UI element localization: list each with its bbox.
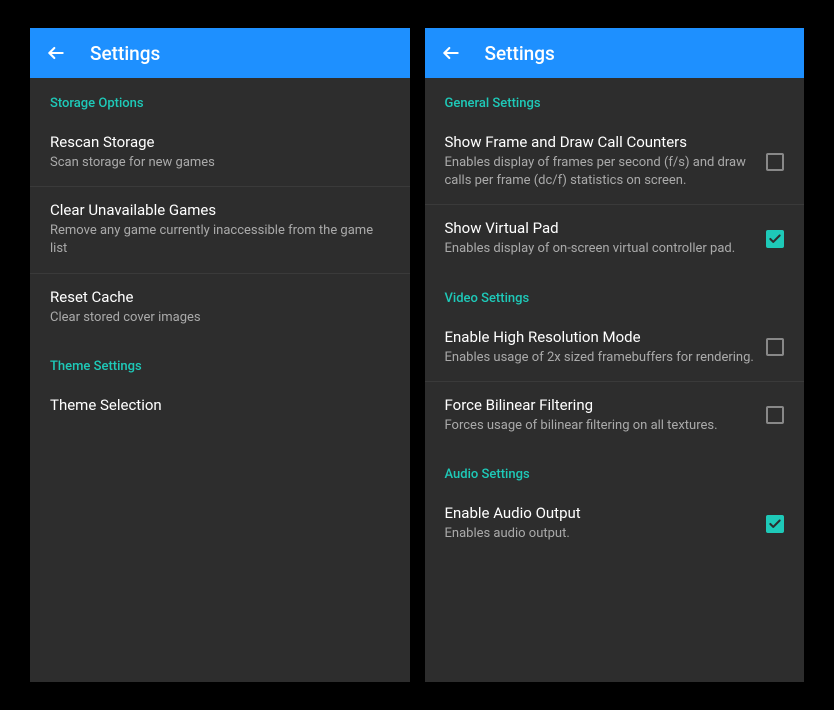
- setting-title: Reset Cache: [50, 288, 390, 306]
- checkbox[interactable]: [766, 406, 784, 424]
- setting-title: Force Bilinear Filtering: [445, 396, 755, 414]
- setting-title: Enable Audio Output: [445, 504, 755, 522]
- checkbox[interactable]: [766, 153, 784, 171]
- checkbox[interactable]: [766, 515, 784, 533]
- setting-frame-counters[interactable]: Show Frame and Draw Call Counters Enable…: [425, 119, 805, 205]
- app-bar: Settings: [425, 28, 805, 78]
- section-header-storage: Storage Options: [30, 78, 410, 119]
- checkbox[interactable]: [766, 338, 784, 356]
- setting-bilinear[interactable]: Force Bilinear Filtering Forces usage of…: [425, 382, 805, 449]
- setting-theme-selection[interactable]: Theme Selection: [30, 382, 410, 431]
- setting-high-res[interactable]: Enable High Resolution Mode Enables usag…: [425, 314, 805, 382]
- setting-title: Show Virtual Pad: [445, 219, 755, 237]
- section-header-audio: Audio Settings: [425, 449, 805, 490]
- setting-subtitle: Clear stored cover images: [50, 309, 390, 327]
- setting-subtitle: Remove any game currently inaccessible f…: [50, 222, 390, 258]
- setting-title: Rescan Storage: [50, 133, 390, 151]
- setting-subtitle: Scan storage for new games: [50, 154, 390, 172]
- setting-reset-cache[interactable]: Reset Cache Clear stored cover images: [30, 274, 410, 341]
- setting-subtitle: Enables display of on-screen virtual con…: [445, 240, 755, 258]
- setting-title: Show Frame and Draw Call Counters: [445, 133, 755, 151]
- app-bar: Settings: [30, 28, 410, 78]
- setting-title: Theme Selection: [50, 396, 390, 414]
- setting-subtitle: Forces usage of bilinear filtering on al…: [445, 417, 755, 435]
- settings-content: Storage Options Rescan Storage Scan stor…: [30, 78, 410, 682]
- page-title: Settings: [485, 42, 555, 65]
- settings-screen-right: Settings General Settings Show Frame and…: [425, 28, 805, 682]
- page-title: Settings: [90, 42, 160, 65]
- setting-title: Clear Unavailable Games: [50, 201, 390, 219]
- settings-screen-left: Settings Storage Options Rescan Storage …: [30, 28, 410, 682]
- setting-rescan-storage[interactable]: Rescan Storage Scan storage for new game…: [30, 119, 410, 187]
- setting-clear-unavailable[interactable]: Clear Unavailable Games Remove any game …: [30, 187, 410, 273]
- settings-content: General Settings Show Frame and Draw Cal…: [425, 78, 805, 682]
- setting-audio-output[interactable]: Enable Audio Output Enables audio output…: [425, 490, 805, 557]
- setting-subtitle: Enables audio output.: [445, 525, 755, 543]
- section-header-theme: Theme Settings: [30, 341, 410, 382]
- setting-title: Enable High Resolution Mode: [445, 328, 755, 346]
- checkbox[interactable]: [766, 230, 784, 248]
- section-header-general: General Settings: [425, 78, 805, 119]
- setting-subtitle: Enables usage of 2x sized framebuffers f…: [445, 349, 755, 367]
- back-arrow-icon[interactable]: [441, 43, 461, 63]
- back-arrow-icon[interactable]: [46, 43, 66, 63]
- setting-subtitle: Enables display of frames per second (f/…: [445, 154, 755, 190]
- setting-virtual-pad[interactable]: Show Virtual Pad Enables display of on-s…: [425, 205, 805, 272]
- section-header-video: Video Settings: [425, 273, 805, 314]
